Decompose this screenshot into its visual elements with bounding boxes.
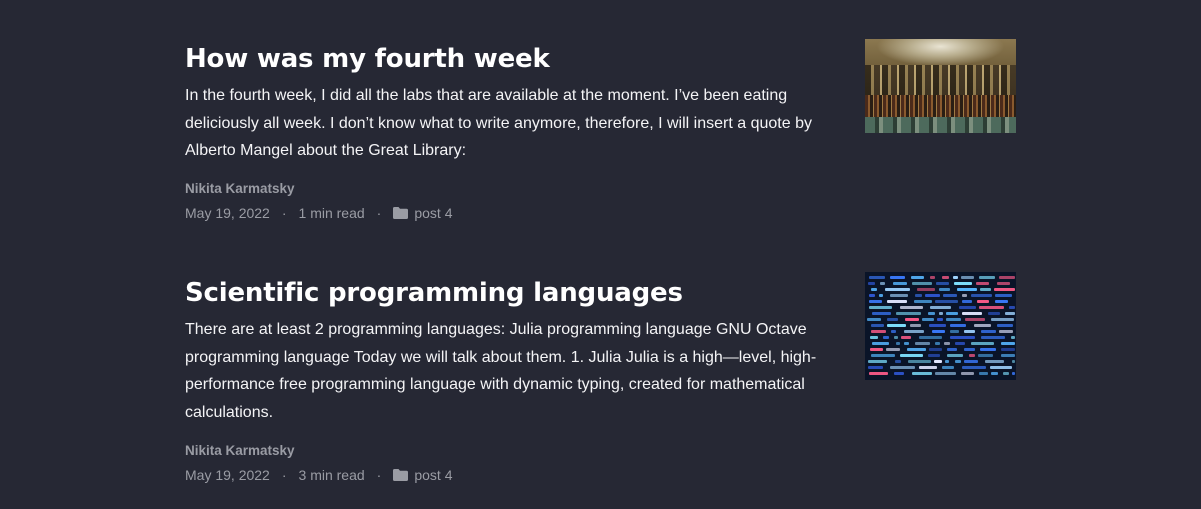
post-meta: May 19, 2022 · 3 min read · post 4: [185, 465, 845, 485]
post-date: May 19, 2022: [185, 205, 270, 222]
post-category: post 4: [414, 466, 453, 483]
post-thumbnail[interactable]: [865, 39, 1016, 133]
post-category-link[interactable]: post 4: [393, 465, 452, 485]
post-card: Scientific programming languages There a…: [185, 272, 1016, 485]
post-title[interactable]: How was my fourth week: [185, 40, 845, 78]
meta-separator: ·: [376, 466, 382, 483]
folder-icon: [393, 468, 409, 481]
meta-separator: ·: [281, 205, 287, 222]
post-meta: May 19, 2022 · 1 min read · post 4: [185, 203, 845, 223]
post-list: How was my fourth week In the fourth wee…: [0, 0, 1201, 509]
post-thumbnail[interactable]: [865, 272, 1016, 380]
post-read-time: 3 min read: [298, 466, 365, 483]
post-author: Nikita Karmatsky: [185, 442, 295, 458]
post-read-time: 1 min read: [298, 205, 365, 222]
folder-icon: [393, 207, 409, 220]
post-category: post 4: [414, 205, 453, 222]
post-content: Scientific programming languages There a…: [185, 274, 845, 485]
post-card: How was my fourth week In the fourth wee…: [185, 39, 1016, 223]
post-title[interactable]: Scientific programming languages: [185, 274, 845, 312]
post-summary: There are at least 2 programming languag…: [185, 321, 817, 422]
post-summary: In the fourth week, I did all the labs t…: [185, 87, 812, 160]
code-image: [865, 272, 1016, 380]
post-content: How was my fourth week In the fourth wee…: [185, 40, 845, 223]
meta-separator: ·: [281, 466, 287, 483]
post-author: Nikita Karmatsky: [185, 181, 295, 197]
meta-separator: ·: [376, 205, 382, 222]
post-date: May 19, 2022: [185, 466, 270, 483]
post-category-link[interactable]: post 4: [393, 203, 452, 223]
library-image: [865, 39, 1016, 133]
